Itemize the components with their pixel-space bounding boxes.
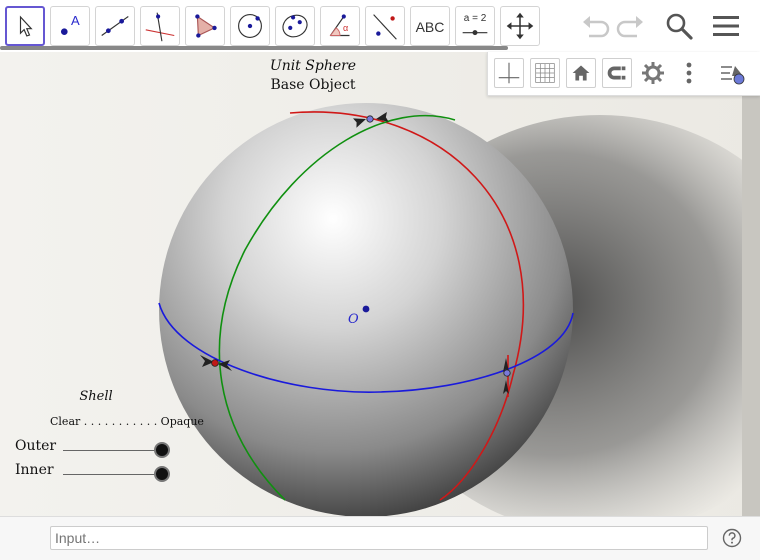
search-icon (666, 13, 693, 40)
origin-point[interactable] (362, 305, 370, 313)
point-icon (60, 28, 68, 36)
angle-tool[interactable]: α (320, 6, 360, 46)
angle-icon (329, 14, 350, 37)
conic-tool[interactable] (275, 6, 315, 46)
outer-slider-track[interactable] (63, 450, 163, 451)
point-tool[interactable]: A (50, 6, 90, 46)
perpendicular-icon (145, 12, 175, 42)
undo-button[interactable] (577, 8, 613, 44)
move-arrows-icon (506, 12, 534, 40)
algebra-input[interactable] (50, 526, 708, 550)
sphere-scene (0, 52, 760, 516)
slider-tool[interactable]: a = 2 (455, 6, 495, 46)
input-bar (0, 516, 760, 560)
settings-icon (642, 62, 664, 84)
toolbar: A α ABC a = 2 (0, 0, 760, 52)
inner-slider-label: Inner (15, 462, 54, 478)
point-tool-label: A (71, 13, 80, 28)
undo-icon (583, 16, 610, 38)
style-bar (487, 52, 760, 96)
toolbar-scrollbar[interactable] (0, 46, 508, 50)
shell-label: Shell (79, 389, 113, 404)
axes-toggle[interactable] (494, 58, 524, 88)
reflect-tool[interactable] (365, 6, 405, 46)
inner-slider-knob[interactable] (154, 466, 170, 482)
text-tool-label: ABC (415, 19, 445, 35)
view-toggle-button[interactable] (718, 58, 748, 88)
more-vert-icon (686, 62, 692, 84)
move-tool[interactable] (5, 6, 45, 46)
circle-icon (238, 14, 262, 38)
search-button[interactable] (661, 8, 697, 44)
grid-icon (535, 63, 555, 83)
menu-icon (713, 16, 739, 36)
inner-slider-track[interactable] (63, 474, 163, 475)
move-graphics-tool[interactable] (500, 6, 540, 46)
polygon-icon (195, 14, 217, 38)
circle-tool[interactable] (230, 6, 270, 46)
reflect-icon (373, 14, 397, 40)
perpendicular-line-tool[interactable] (140, 6, 180, 46)
menu-button[interactable] (708, 8, 744, 44)
slider-icon (462, 30, 488, 36)
line-icon (101, 16, 129, 36)
point-capture-icon (607, 66, 626, 80)
axes-icon (498, 62, 520, 84)
help-icon[interactable] (722, 528, 742, 548)
red-point[interactable] (211, 359, 219, 367)
line-tool[interactable] (95, 6, 135, 46)
outer-slider-knob[interactable] (154, 442, 170, 458)
text-tool[interactable]: ABC (410, 6, 450, 46)
graphics-view[interactable] (0, 52, 760, 516)
home-icon (572, 65, 590, 81)
ellipse-icon (282, 14, 308, 38)
cursor-arrow-icon (19, 15, 33, 37)
page-edge (742, 52, 760, 516)
equator-point[interactable] (503, 369, 511, 377)
outer-slider-label: Outer (15, 438, 57, 454)
point-capture-toggle[interactable] (602, 58, 632, 88)
angle-tool-label: α (343, 23, 349, 33)
redo-icon (616, 16, 643, 38)
grid-toggle[interactable] (530, 58, 560, 88)
settings-button[interactable] (638, 58, 668, 88)
title-unit-sphere: Unit Sphere (269, 58, 357, 74)
redo-button[interactable] (613, 8, 649, 44)
north-pole-point[interactable] (366, 115, 374, 123)
view-toggle-icon (721, 66, 745, 85)
home-button[interactable] (566, 58, 596, 88)
clear-opaque-scale: Clear . . . . . . . . . . . Opaque (50, 415, 204, 428)
more-options-button[interactable] (674, 58, 704, 88)
polygon-tool[interactable] (185, 6, 225, 46)
title-base-object: Base Object (270, 77, 356, 93)
origin-label: O (348, 312, 359, 327)
